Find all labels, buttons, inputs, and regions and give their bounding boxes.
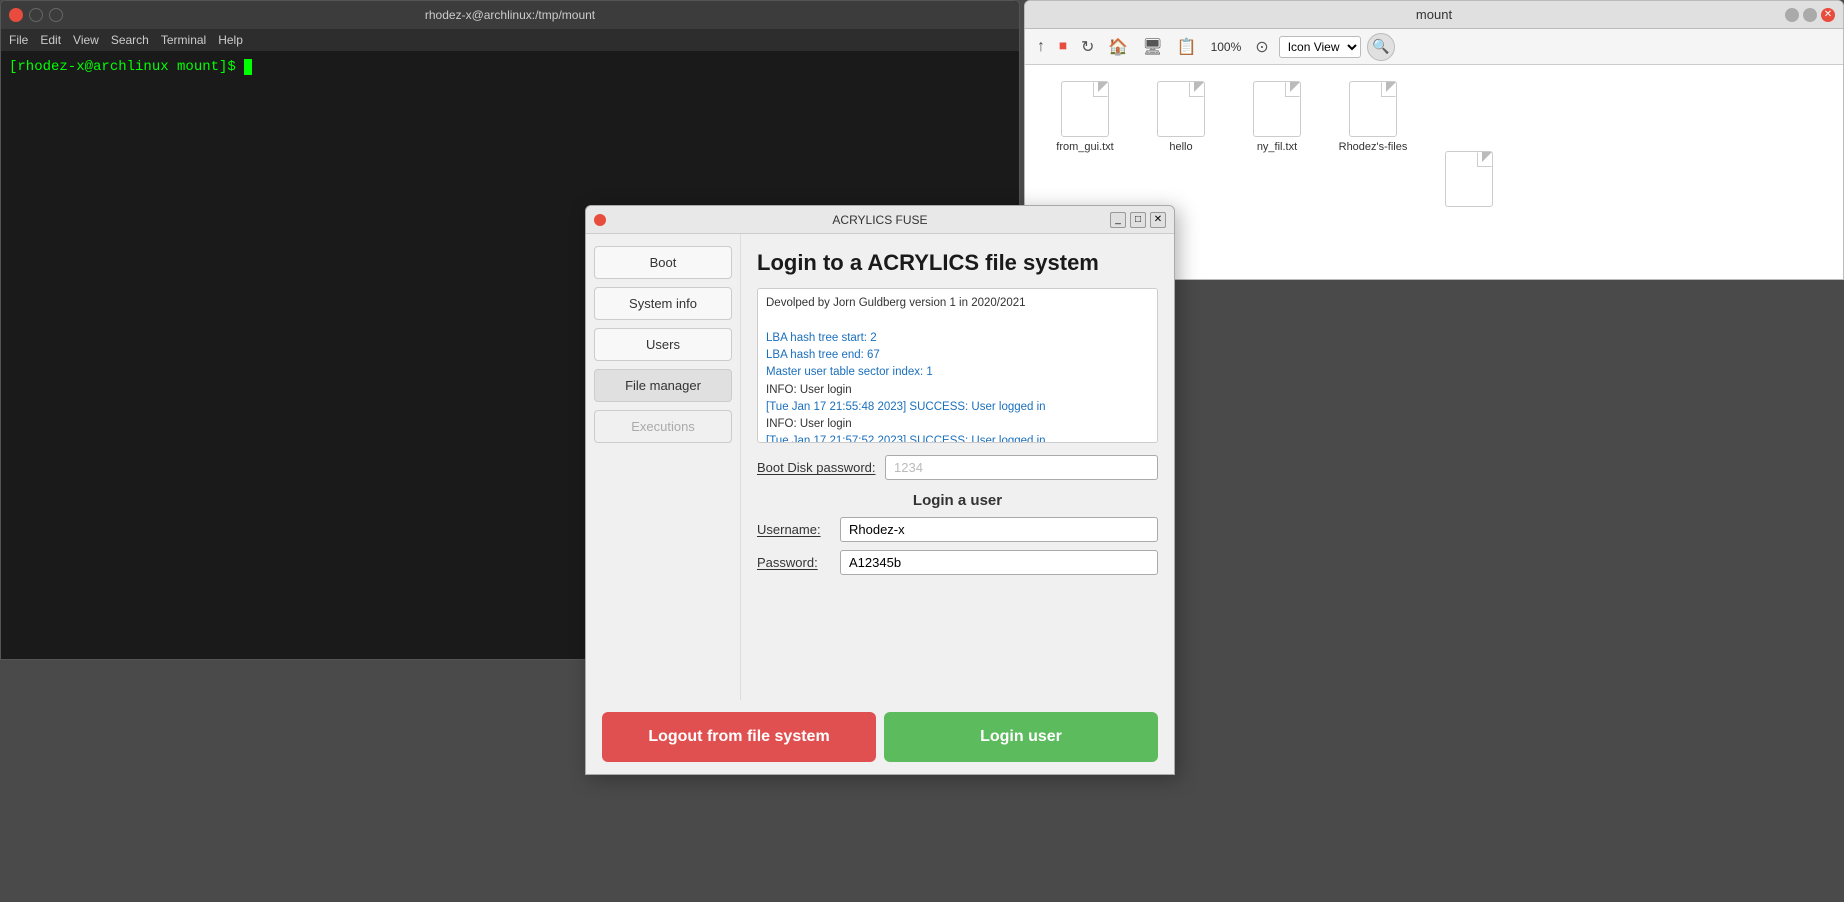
dialog-footer: Logout from file system Login user xyxy=(586,700,1174,774)
terminal-min-button[interactable] xyxy=(29,8,43,22)
log-line-lba-end: LBA hash tree end: 67 xyxy=(766,347,1149,364)
nav-users-button[interactable]: Users xyxy=(594,328,732,361)
dialog-content: Login to a ACRYLICS file system Devolped… xyxy=(741,234,1174,700)
file-icon-empty xyxy=(1445,151,1493,207)
log-line-0: Devolped by Jorn Guldberg version 1 in 2… xyxy=(766,295,1149,312)
fm-computer-button[interactable]: 🖥 xyxy=(1138,35,1166,59)
dialog-title: ACRYLICS FUSE xyxy=(832,213,927,227)
terminal-menu: File Edit View Search Terminal Help xyxy=(1,29,1019,51)
log-line-info1: INFO: User login xyxy=(766,382,1149,399)
terminal-title: rhodez-x@archlinux:/tmp/mount xyxy=(425,8,595,22)
dialog-body: Boot System info Users File manager Exec… xyxy=(586,234,1174,700)
dialog-close-button[interactable]: ✕ xyxy=(1150,212,1166,228)
dialog-dot xyxy=(594,214,606,226)
file-item-ny-fil[interactable]: ny_fil.txt xyxy=(1237,77,1317,215)
dialog-max-button[interactable]: □ xyxy=(1130,212,1146,228)
terminal-menu-file[interactable]: File xyxy=(9,33,28,47)
dialog-controls: _ □ ✕ xyxy=(1110,212,1166,228)
username-label: Username: xyxy=(757,522,832,537)
terminal-prompt: [rhodez-x@archlinux mount]$ xyxy=(9,59,244,75)
dialog-min-button[interactable]: _ xyxy=(1110,212,1126,228)
fm-refresh-button[interactable]: ↻ xyxy=(1077,35,1098,59)
password-label: Password: xyxy=(757,555,832,570)
terminal-titlebar: rhodez-x@archlinux:/tmp/mount xyxy=(1,1,1019,29)
file-item-empty[interactable] xyxy=(1429,77,1509,215)
terminal-cursor xyxy=(244,59,252,75)
dialog-titlebar: ACRYLICS FUSE _ □ ✕ xyxy=(586,206,1174,234)
boot-disk-password-label: Boot Disk password: xyxy=(757,460,877,475)
username-row: Username: xyxy=(757,517,1158,542)
login-button[interactable]: Login user xyxy=(884,712,1158,762)
password-input[interactable] xyxy=(840,550,1158,575)
file-fold-hello xyxy=(1194,82,1204,92)
file-fold-empty xyxy=(1482,152,1492,162)
password-row: Password: xyxy=(757,550,1158,575)
file-name-from-gui: from_gui.txt xyxy=(1056,141,1113,153)
boot-disk-password-row: Boot Disk password: xyxy=(757,455,1158,480)
boot-disk-password-input[interactable] xyxy=(885,455,1158,480)
log-line-success1: [Tue Jan 17 21:55:48 2023] SUCCESS: User… xyxy=(766,399,1149,416)
file-item-rhodez[interactable]: Rhodez's-files xyxy=(1333,77,1413,215)
nav-file-manager-button[interactable]: File manager xyxy=(594,369,732,402)
fm-home-button[interactable]: 🏠 xyxy=(1104,35,1132,59)
terminal-menu-view[interactable]: View xyxy=(73,33,99,47)
fm-bookmark-button[interactable]: 📋 xyxy=(1173,35,1201,59)
fm-zoom-reset-button[interactable]: ⊙ xyxy=(1251,35,1272,59)
login-section: Login a user Username: Password: xyxy=(757,492,1158,575)
terminal-close-button[interactable] xyxy=(9,8,23,22)
filemanager-toolbar: ↑ ⏹ ↻ 🏠 🖥 📋 100% ⊙ Icon View 🔍 xyxy=(1025,29,1843,65)
nav-system-info-button[interactable]: System info xyxy=(594,287,732,320)
acrylics-dialog: ACRYLICS FUSE _ □ ✕ Boot System info Use… xyxy=(585,205,1175,775)
fm-zoom-level: 100% xyxy=(1211,40,1242,54)
log-line-info2: INFO: User login xyxy=(766,416,1149,433)
file-icon-hello xyxy=(1157,81,1205,137)
fm-search-button[interactable]: 🔍 xyxy=(1367,33,1395,61)
file-icon-from-gui xyxy=(1061,81,1109,137)
username-input[interactable] xyxy=(840,517,1158,542)
file-icon-rhodez xyxy=(1349,81,1397,137)
terminal-menu-help[interactable]: Help xyxy=(218,33,243,47)
file-icon-ny-fil xyxy=(1253,81,1301,137)
nav-executions-button[interactable]: Executions xyxy=(594,410,732,443)
file-item-hello[interactable]: hello xyxy=(1141,77,1221,215)
filemanager-close-button[interactable]: ✕ xyxy=(1821,8,1835,22)
file-fold-rhodez xyxy=(1386,82,1396,92)
terminal-max-button[interactable] xyxy=(49,8,63,22)
fm-stop-button[interactable]: ⏹ xyxy=(1055,36,1071,58)
dialog-log-area[interactable]: Devolped by Jorn Guldberg version 1 in 2… xyxy=(757,288,1158,443)
file-name-ny-fil: ny_fil.txt xyxy=(1257,141,1297,153)
fm-view-select[interactable]: Icon View xyxy=(1279,36,1361,58)
file-name-rhodez: Rhodez's-files xyxy=(1339,141,1408,153)
filemanager-title: mount xyxy=(1416,7,1452,22)
dialog-sidebar: Boot System info Users File manager Exec… xyxy=(586,234,741,700)
filemanager-titlebar: mount ✕ xyxy=(1025,1,1843,29)
file-fold-from-gui xyxy=(1098,82,1108,92)
fm-back-button[interactable]: ↑ xyxy=(1033,36,1049,58)
terminal-menu-edit[interactable]: Edit xyxy=(40,33,61,47)
dialog-main-title: Login to a ACRYLICS file system xyxy=(757,250,1158,276)
log-line-lba-start: LBA hash tree start: 2 xyxy=(766,330,1149,347)
log-line-success2: [Tue Jan 17 21:57:52 2023] SUCCESS: User… xyxy=(766,433,1149,443)
file-item-from-gui[interactable]: from_gui.txt xyxy=(1045,77,1125,215)
terminal-menu-terminal[interactable]: Terminal xyxy=(161,33,206,47)
log-line-master: Master user table sector index: 1 xyxy=(766,364,1149,381)
nav-boot-button[interactable]: Boot xyxy=(594,246,732,279)
login-section-title: Login a user xyxy=(913,492,1002,509)
logout-button[interactable]: Logout from file system xyxy=(602,712,876,762)
log-line-blank xyxy=(766,313,1149,330)
file-name-hello: hello xyxy=(1169,141,1192,153)
file-fold-ny-fil xyxy=(1290,82,1300,92)
filemanager-max-button[interactable] xyxy=(1803,8,1817,22)
terminal-menu-search[interactable]: Search xyxy=(111,33,149,47)
terminal-controls xyxy=(9,8,63,22)
filemanager-controls: ✕ xyxy=(1785,8,1835,22)
filemanager-min-button[interactable] xyxy=(1785,8,1799,22)
